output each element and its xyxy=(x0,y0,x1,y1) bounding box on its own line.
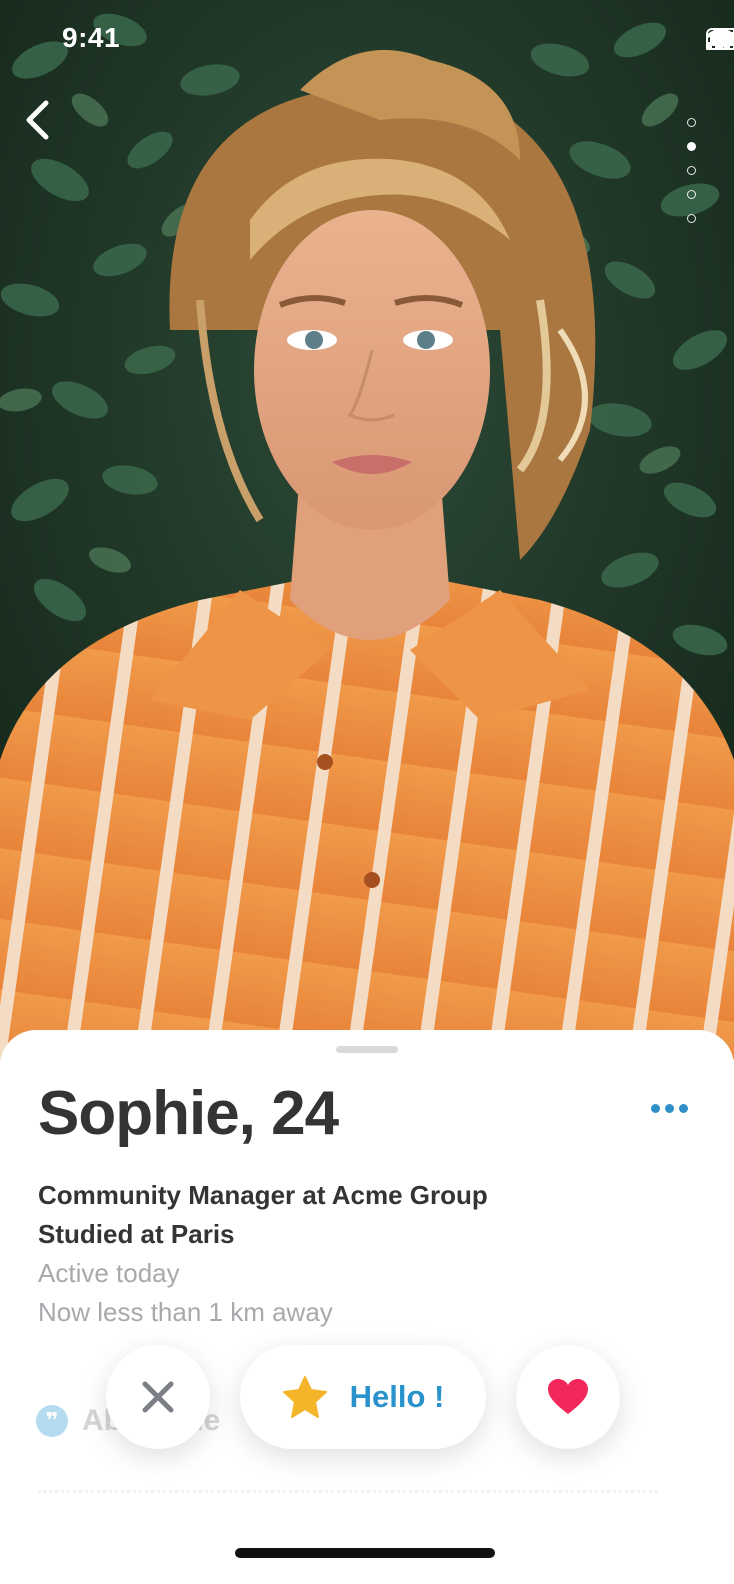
heart-icon xyxy=(548,1379,588,1414)
star-icon xyxy=(282,1376,327,1418)
chevron-left-icon xyxy=(26,100,49,140)
close-icon xyxy=(142,1381,174,1413)
profile-photo[interactable]: 9:41 xyxy=(0,0,734,1060)
page-dot-active[interactable] xyxy=(687,142,696,151)
page-dot[interactable] xyxy=(687,190,696,199)
status-bar: 9:41 xyxy=(0,0,734,80)
portrait-illustration xyxy=(0,0,734,1060)
hello-button-label: Hello ! xyxy=(349,1379,445,1414)
like-button[interactable] xyxy=(516,1345,620,1449)
profile-activity: Active today xyxy=(38,1258,180,1288)
pass-button[interactable] xyxy=(106,1345,210,1449)
quote-icon: ❞ xyxy=(36,1405,68,1437)
page-dot[interactable] xyxy=(687,214,696,223)
more-options-button[interactable] xyxy=(647,1100,692,1117)
more-dot xyxy=(651,1104,660,1113)
battery-icon xyxy=(706,28,734,50)
page-dot[interactable] xyxy=(687,166,696,175)
more-dot xyxy=(679,1104,688,1113)
status-time: 9:41 xyxy=(62,22,121,53)
sheet-drag-handle[interactable] xyxy=(336,1046,398,1053)
back-button[interactable] xyxy=(24,100,68,148)
profile-sheet: Sophie, 24 Community Manager at Acme Gro… xyxy=(0,1030,734,1584)
profile-job: Community Manager at Acme Group xyxy=(38,1180,488,1210)
home-indicator[interactable] xyxy=(235,1548,495,1558)
more-dot xyxy=(665,1104,674,1113)
profile-name-age: Sophie, 24 xyxy=(38,1079,339,1148)
hello-button[interactable]: Hello ! xyxy=(240,1345,486,1449)
photo-page-indicator[interactable] xyxy=(687,118,696,223)
profile-distance: Now less than 1 km away xyxy=(38,1297,333,1327)
about-text-placeholder xyxy=(38,1490,658,1509)
page-dot[interactable] xyxy=(687,118,696,127)
profile-education: Studied at Paris xyxy=(38,1219,235,1249)
